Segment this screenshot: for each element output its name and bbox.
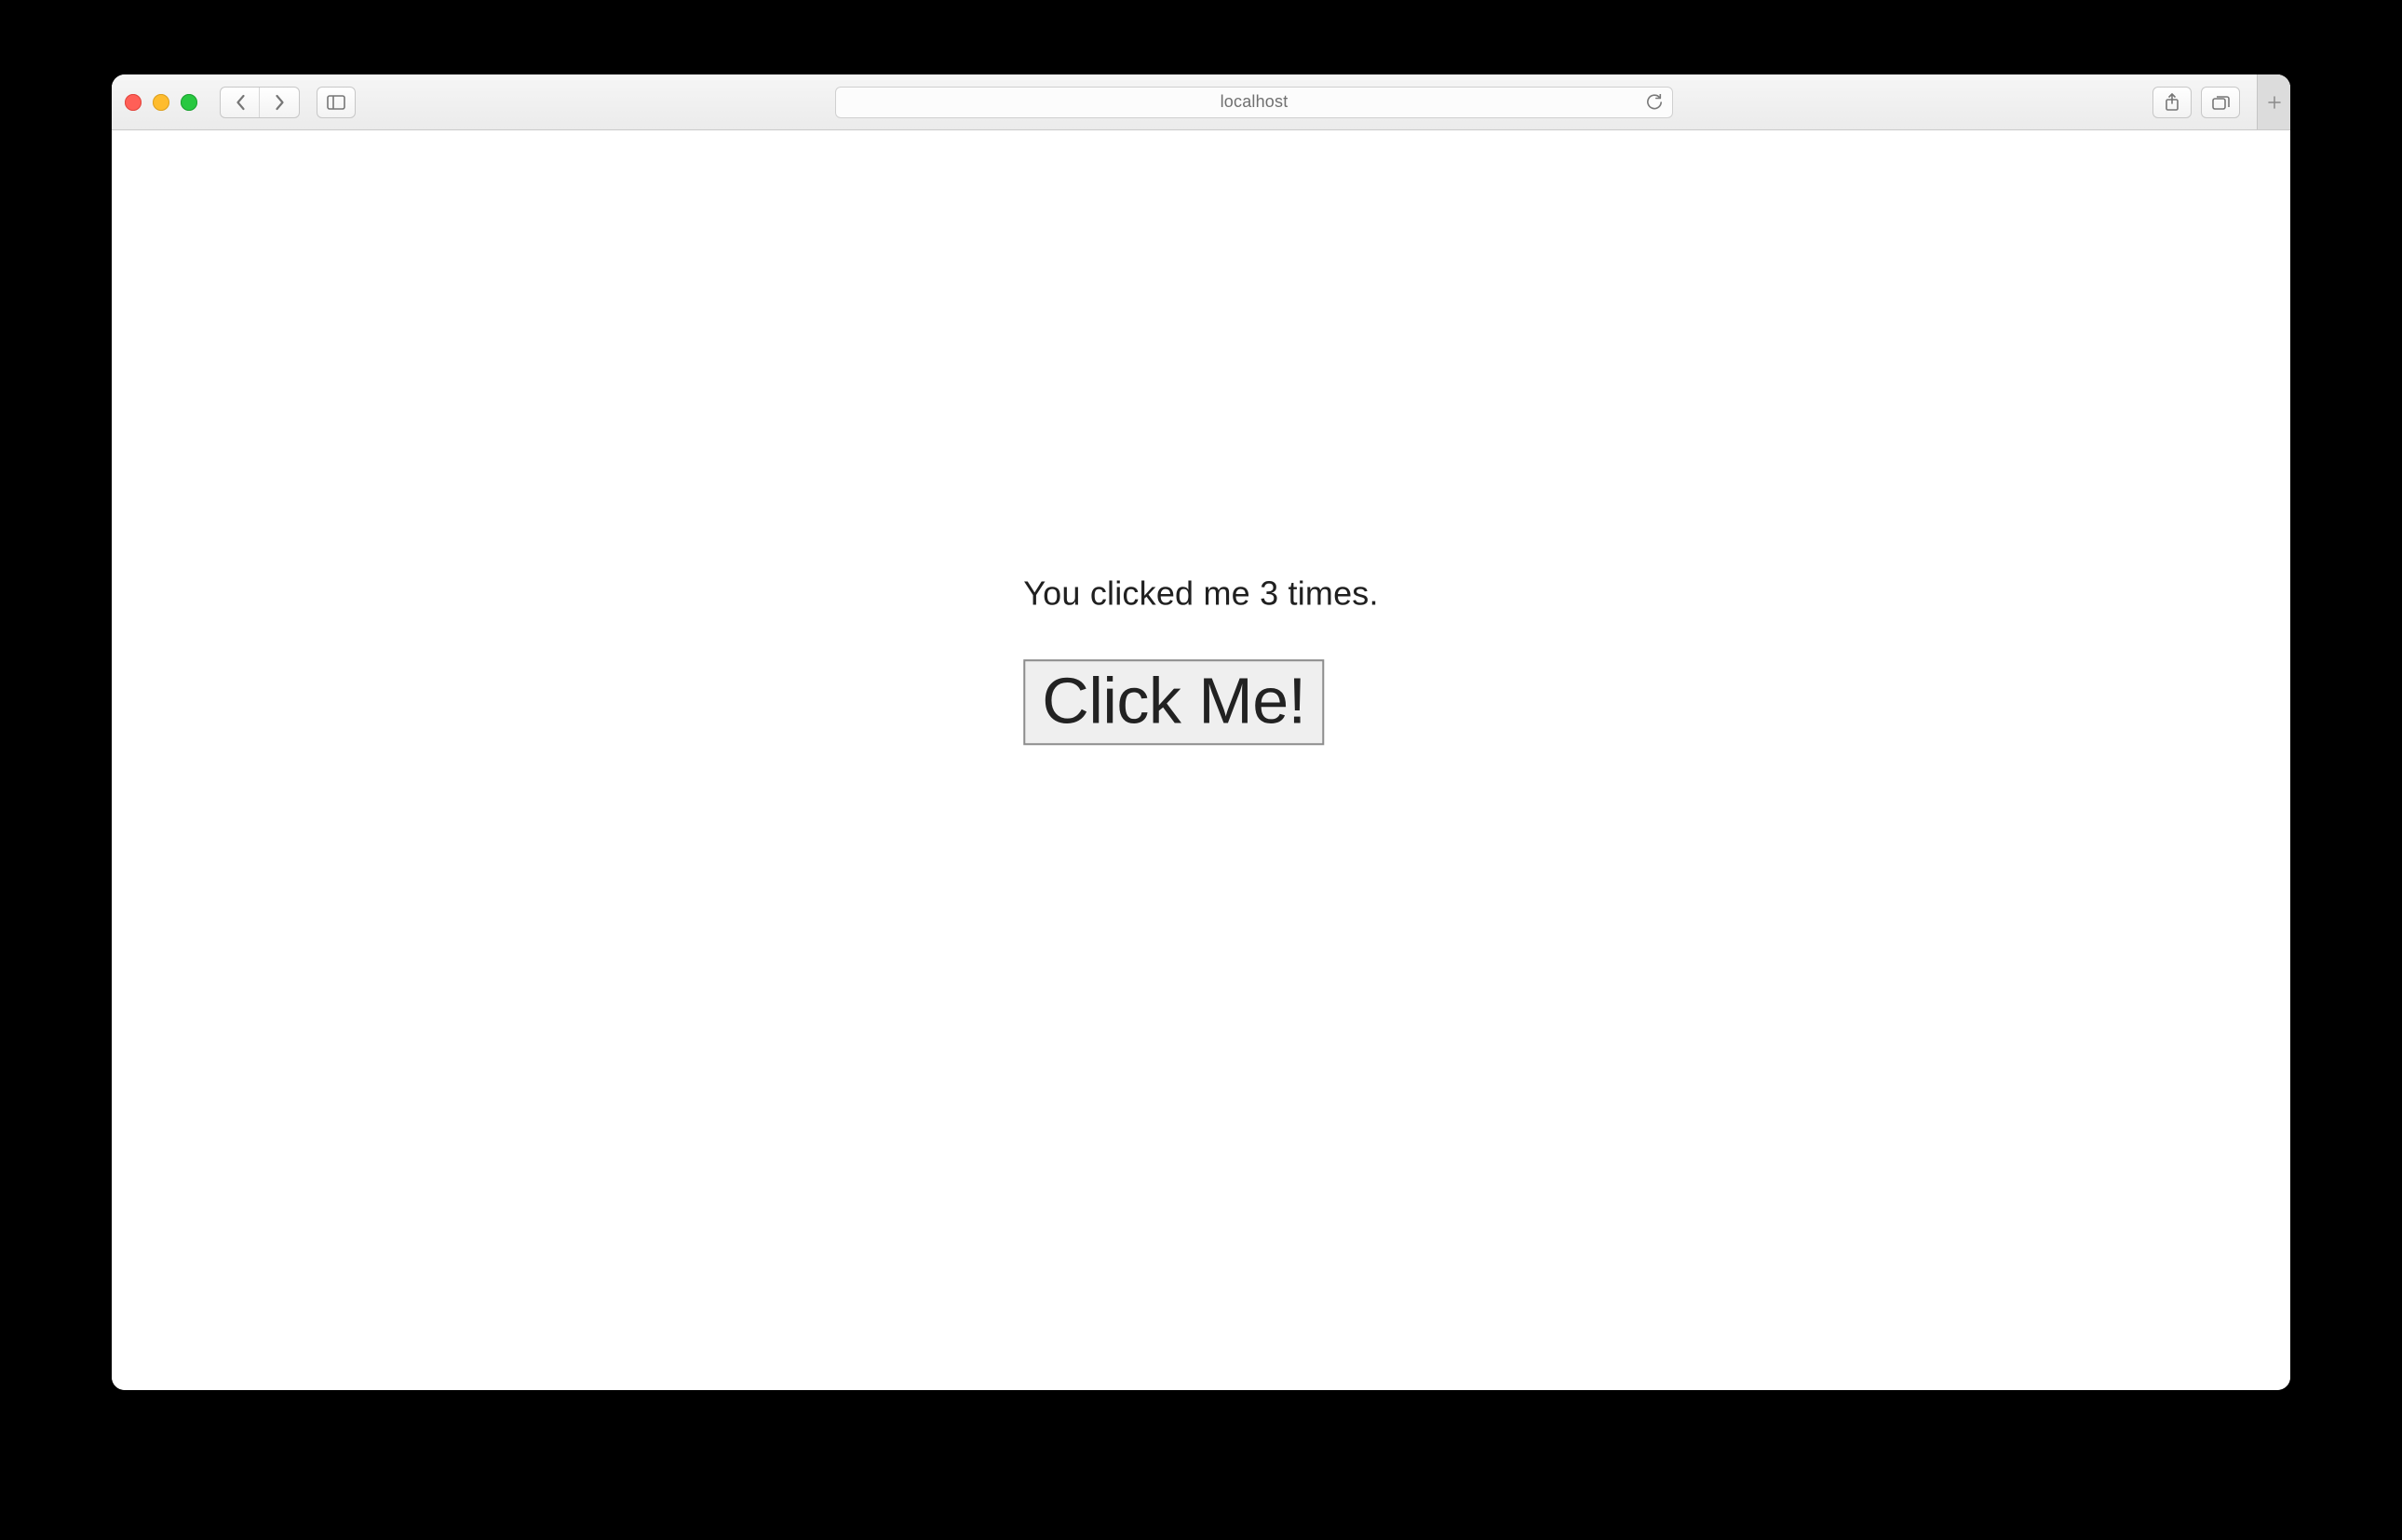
address-bar-container: localhost — [372, 87, 2136, 118]
close-window-button[interactable] — [125, 94, 142, 111]
chevron-right-icon — [274, 94, 286, 111]
nav-button-group — [220, 87, 300, 118]
forward-button[interactable] — [260, 88, 299, 117]
show-tabs-button[interactable] — [2201, 87, 2240, 118]
page-content: You clicked me 3 times. Click Me! — [1023, 574, 1378, 746]
screen: localhost — [0, 0, 2402, 1540]
chevron-left-icon — [235, 94, 247, 111]
click-count-text: You clicked me 3 times. — [1023, 574, 1378, 614]
browser-toolbar: localhost — [112, 74, 2290, 130]
window-controls — [125, 94, 197, 111]
address-bar[interactable]: localhost — [835, 87, 1673, 118]
reload-icon — [1646, 94, 1663, 111]
share-icon — [2165, 93, 2179, 112]
new-tab-button[interactable] — [2257, 74, 2290, 129]
page-viewport: You clicked me 3 times. Click Me! — [112, 130, 2290, 1390]
safari-window: localhost — [112, 74, 2290, 1390]
sidebar-icon — [327, 95, 345, 110]
back-button[interactable] — [221, 88, 260, 117]
tabs-icon — [2211, 94, 2230, 111]
zoom-window-button[interactable] — [181, 94, 197, 111]
address-text: localhost — [1221, 92, 1289, 112]
share-button[interactable] — [2152, 87, 2192, 118]
click-me-button[interactable]: Click Me! — [1023, 660, 1324, 746]
toolbar-right-group — [2152, 87, 2240, 118]
reload-button[interactable] — [1646, 94, 1663, 111]
sidebar-toggle-button[interactable] — [317, 87, 356, 118]
minimize-window-button[interactable] — [153, 94, 169, 111]
plus-icon — [2267, 95, 2282, 110]
